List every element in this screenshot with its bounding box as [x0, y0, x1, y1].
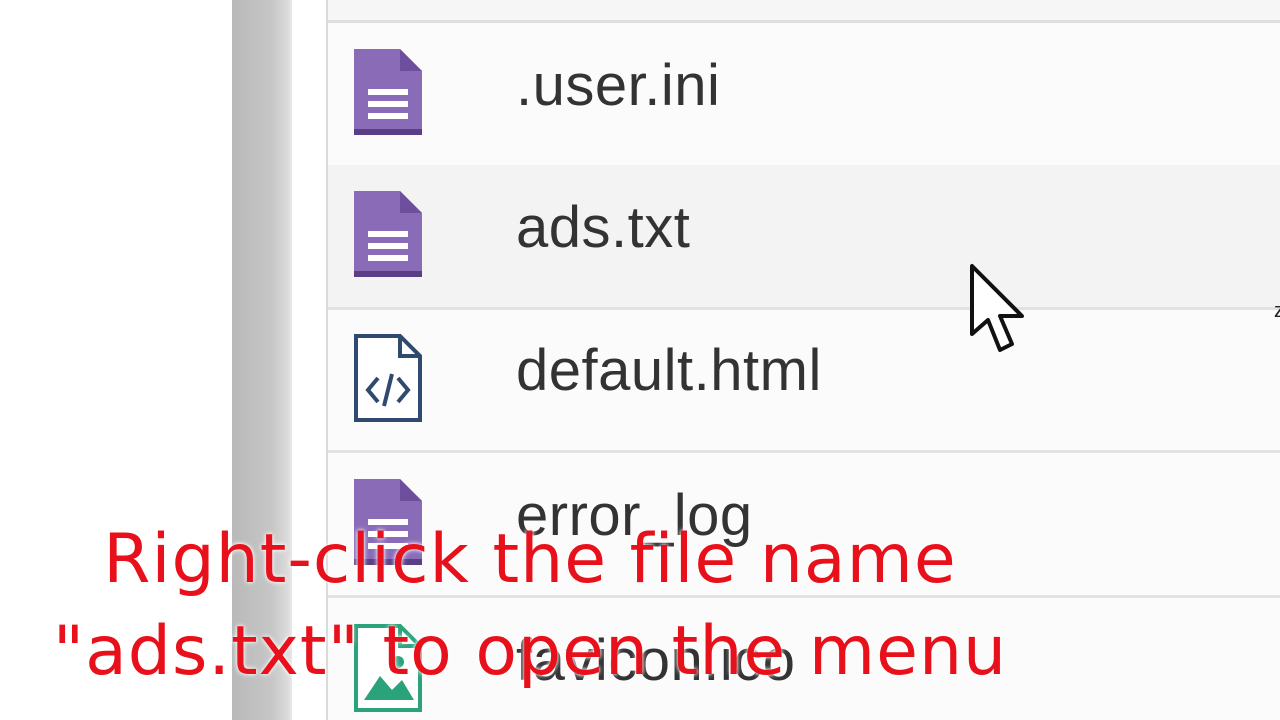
file-list-header	[328, 0, 1280, 23]
mouse-pointer-icon	[970, 264, 1024, 352]
truncated-column-edge: z	[1274, 300, 1280, 322]
file-row-ads-txt[interactable]: ads.txt	[328, 165, 1280, 310]
file-name[interactable]: ads.txt	[516, 199, 690, 257]
tutorial-caption: Right-click the file name "ads.txt" to o…	[0, 514, 1060, 698]
file-row-user-ini[interactable]: .user.ini	[328, 23, 1280, 168]
caption-line-1: Right-click the file name	[103, 520, 957, 599]
file-name[interactable]: .user.ini	[516, 57, 720, 115]
file-row-default-html[interactable]: default.html	[328, 308, 1280, 453]
file-name[interactable]: default.html	[516, 342, 822, 400]
text-file-icon	[354, 191, 422, 277]
screen: .user.ini ads.txt default.html error_log…	[0, 0, 1280, 720]
html-file-icon	[354, 334, 422, 422]
caption-line-2: "ads.txt" to open the menu	[52, 612, 1008, 691]
text-file-icon	[354, 49, 422, 135]
